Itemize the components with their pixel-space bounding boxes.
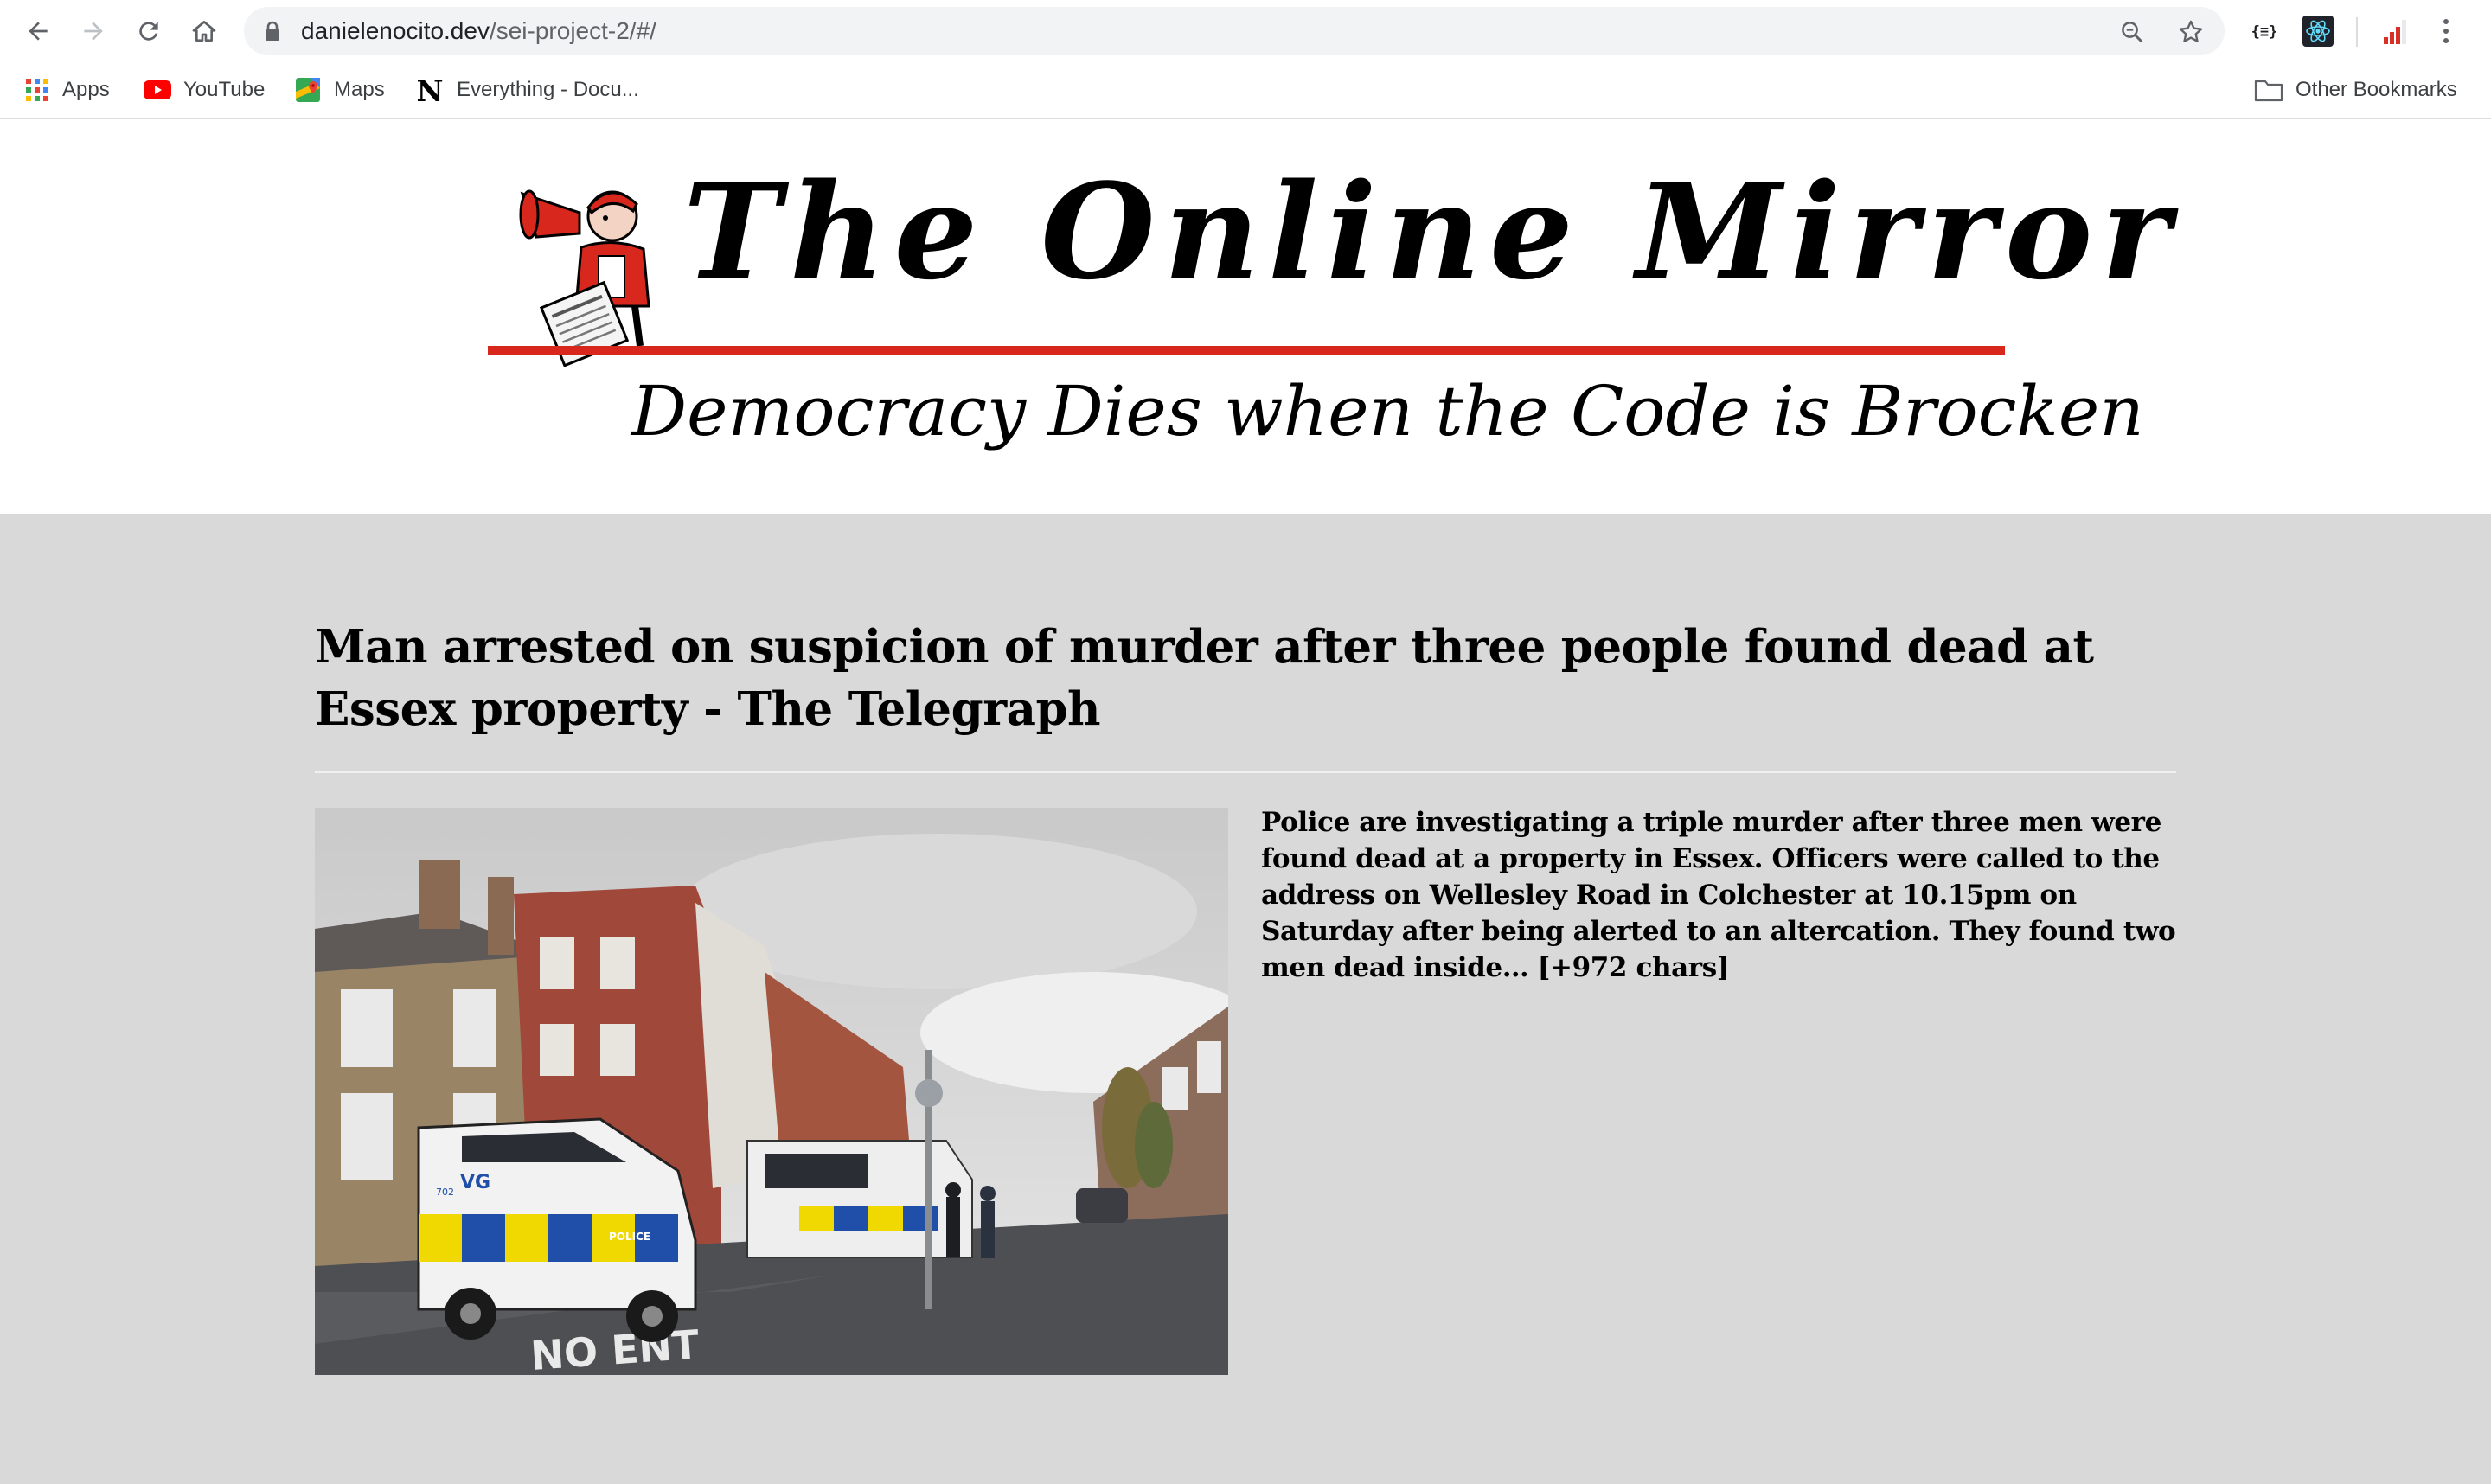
n-logo-icon: N [416,75,443,105]
folder-icon [2254,80,2283,102]
bookmarks-bar: Apps YouTube Maps N Everything - Docu...… [0,62,2491,119]
van-number-text: 702 [436,1187,454,1198]
url-host: danielenocito.dev [301,17,490,44]
site-title[interactable]: The Online Mirror [683,154,2179,310]
bookmark-maps[interactable]: Maps [294,71,385,109]
other-bookmarks-label: Other Bookmarks [2296,78,2457,101]
reload-button[interactable] [130,12,168,50]
zoom-icon [2122,22,2143,43]
bookmark-label: YouTube [183,78,266,101]
url-text[interactable]: danielenocito.dev/sei-project-2/#/ [301,18,656,44]
bookmark-star-button[interactable] [2176,17,2206,47]
browser-toolbar: danielenocito.dev/sei-project-2/#/ {≡} [0,0,2491,62]
url-path: /sei-project-2/#/ [489,17,656,44]
arrow-left-icon [29,22,48,41]
site-tagline: Democracy Dies when the Code is Brocken [631,371,2144,451]
bookmark-label: Apps [62,78,110,101]
address-bar[interactable]: danielenocito.dev/sei-project-2/#/ [244,7,2225,55]
lock-icon[interactable] [263,20,282,42]
article-summary: Police are investigating a triple murder… [1261,807,2176,983]
bookmark-youtube[interactable]: YouTube [144,71,265,109]
site-header: The Online Mirror Democracy Dies when th… [0,119,2491,514]
zoom-button[interactable] [2117,17,2147,47]
home-button[interactable] [185,12,223,50]
reload-icon [139,22,158,41]
megaphone-mascot-icon[interactable] [519,176,671,367]
json-viewer-icon: {≡} [2251,23,2278,41]
article-divider [315,771,2176,773]
article-image[interactable]: NO ENT VG 702 POLICE [315,808,1228,1375]
other-bookmarks[interactable]: Other Bookmarks [2254,71,2457,109]
article-headline[interactable]: Man arrested on suspicion of murder afte… [315,616,2183,740]
browser-menu-button[interactable] [2441,16,2451,47]
bookmark-label: Maps [334,78,385,101]
kebab-menu-icon [2443,19,2449,43]
apps-grid-icon [26,79,48,101]
maps-icon [296,78,320,102]
arrow-right-icon [84,22,103,41]
forward-button[interactable] [74,12,112,50]
react-devtools-extension[interactable] [2302,16,2334,47]
bookmark-everything-docu[interactable]: N Everything - Docu... [415,71,639,109]
van-livery-text: POLICE [609,1231,650,1243]
bookmark-apps[interactable]: Apps [24,71,110,109]
home-icon [192,21,216,42]
react-devtools-icon [2302,16,2334,47]
star-icon [2179,20,2203,42]
article-photo: NO ENT VG 702 POLICE [315,808,1228,1375]
back-button[interactable] [19,12,57,50]
header-red-rule [488,346,2005,355]
van-tag-text: VG [460,1172,490,1193]
svg-text:N: N [416,75,443,105]
youtube-icon [144,80,171,99]
toolbar-separator [2356,17,2358,47]
signal-bars-icon [2384,20,2406,44]
signal-extension[interactable] [2380,16,2410,47]
bookmark-label: Everything - Docu... [457,78,639,101]
json-viewer-extension[interactable]: {≡} [2247,16,2282,47]
svg-text:{≡}: {≡} [2251,23,2278,41]
